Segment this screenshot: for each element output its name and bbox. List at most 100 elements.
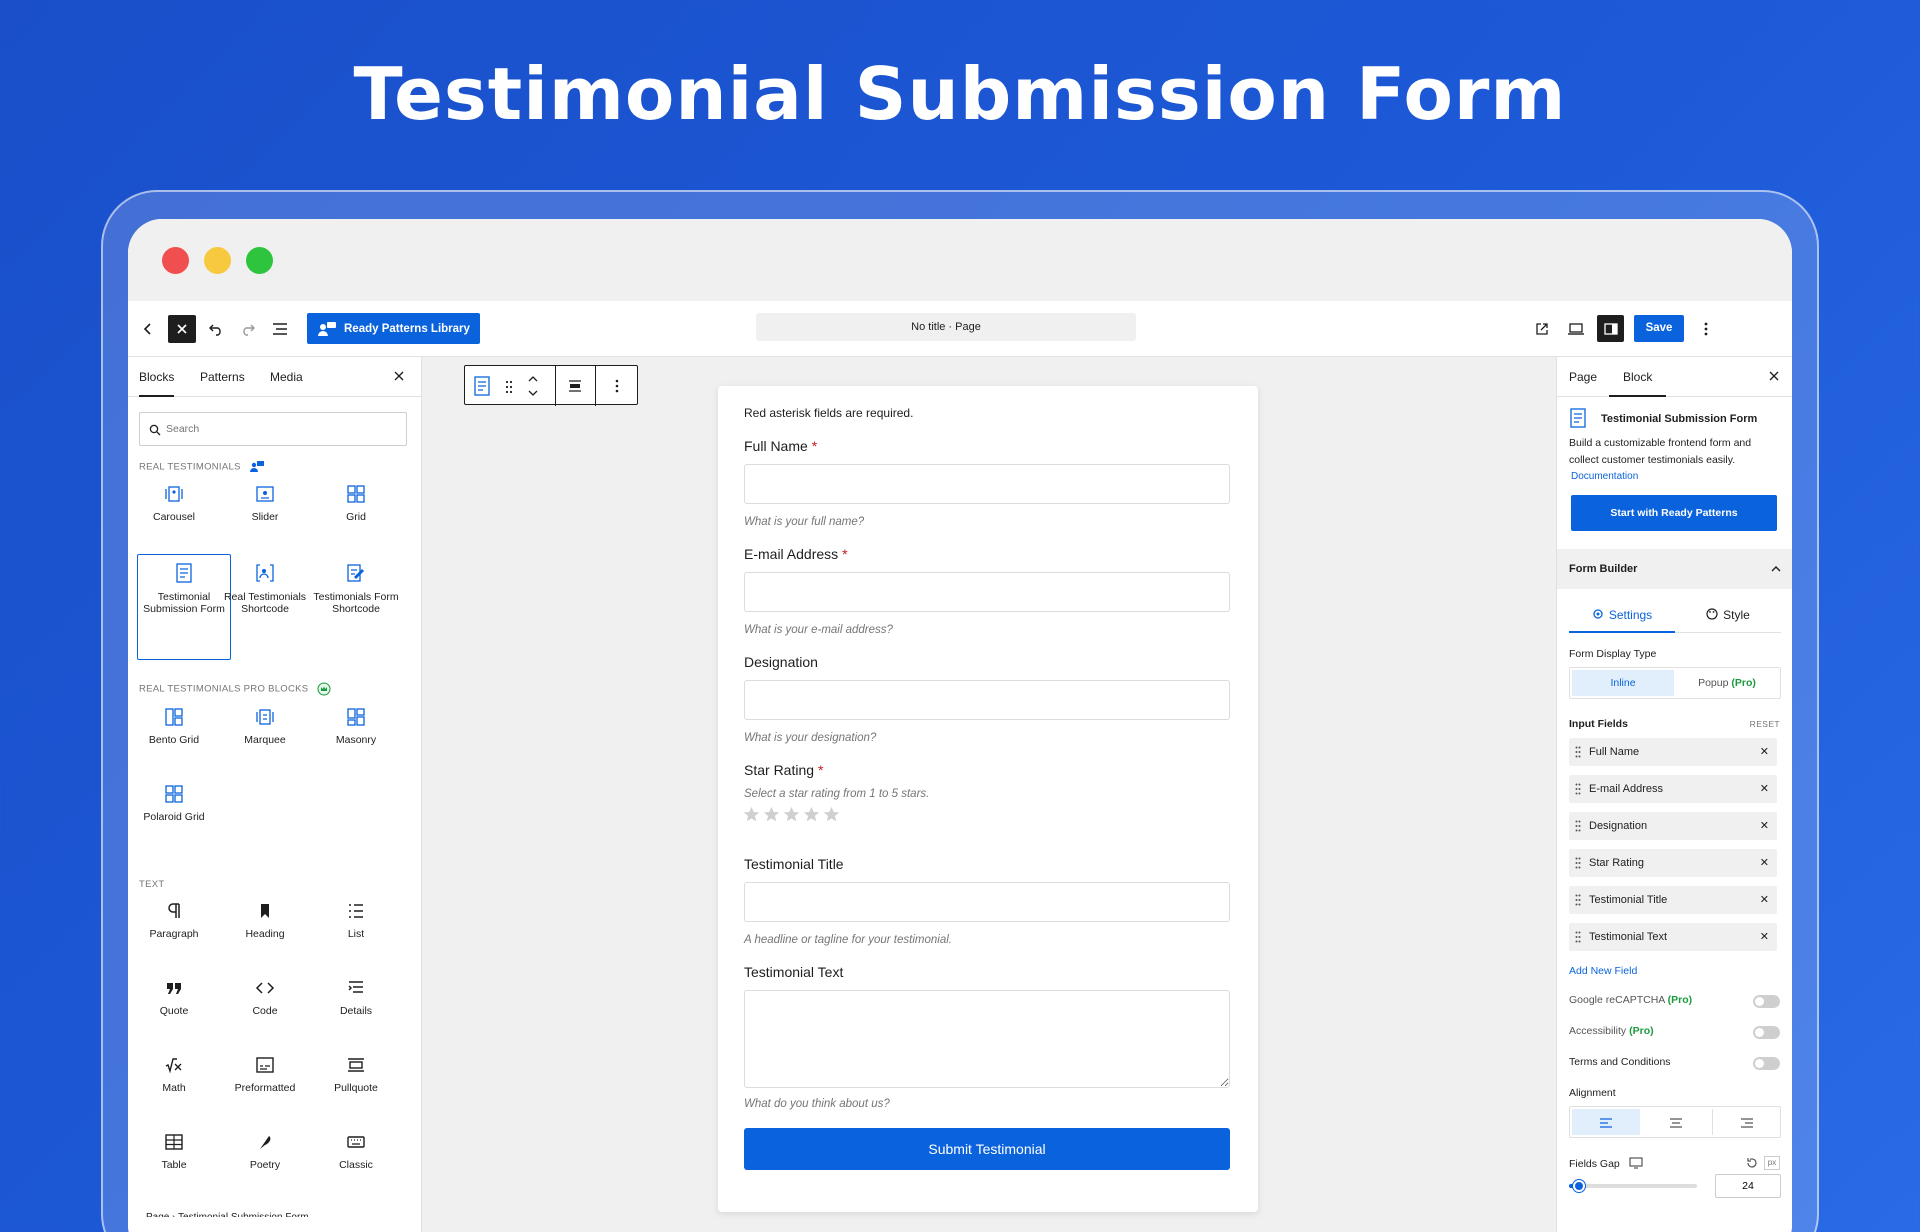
remove-field-icon[interactable]: ✕	[1760, 812, 1769, 840]
desktop-icon[interactable]	[1629, 1157, 1643, 1169]
star-icon[interactable]	[803, 806, 820, 823]
designation-input[interactable]	[744, 680, 1230, 720]
drag-handle-icon[interactable]	[1575, 783, 1581, 795]
slider-thumb[interactable]	[1572, 1180, 1585, 1192]
fields-gap-slider[interactable]	[1569, 1180, 1697, 1192]
block-carousel[interactable]: Carousel	[128, 485, 220, 523]
view-page-icon[interactable]	[1528, 301, 1556, 357]
unit-selector[interactable]: px	[1764, 1156, 1780, 1170]
remove-field-icon[interactable]: ✕	[1760, 849, 1769, 877]
block-bento-grid[interactable]: Bento Grid	[128, 708, 220, 746]
star-rating-input[interactable]	[743, 806, 840, 823]
block-masonry[interactable]: Masonry	[310, 708, 402, 746]
fields-gap-input[interactable]	[1715, 1174, 1781, 1198]
block-table[interactable]: Table	[128, 1133, 220, 1171]
star-icon[interactable]	[823, 806, 840, 823]
redo-icon[interactable]	[234, 301, 262, 357]
settings-sidebar-toggle[interactable]	[1597, 315, 1624, 342]
breadcrumb[interactable]: Page › Testimonial Submission Form	[146, 1211, 309, 1217]
form-builder-header[interactable]: Form Builder	[1557, 549, 1792, 589]
add-new-field-link[interactable]: Add New Field	[1569, 965, 1637, 977]
tab-style[interactable]: Style	[1675, 599, 1781, 633]
close-editor-button[interactable]	[168, 315, 196, 343]
document-overview-icon[interactable]	[266, 301, 294, 357]
tab-patterns[interactable]: Patterns	[200, 357, 245, 397]
tab-media[interactable]: Media	[270, 357, 303, 397]
field-row-email[interactable]: E-mail Address ✕	[1569, 775, 1777, 803]
submit-testimonial-button[interactable]: Submit Testimonial	[744, 1128, 1230, 1170]
search-input[interactable]	[166, 419, 396, 439]
drag-handle-icon[interactable]	[505, 380, 513, 399]
minimize-dot[interactable]	[204, 247, 231, 274]
testimonial-text-textarea[interactable]	[744, 990, 1230, 1088]
drag-handle-icon[interactable]	[1575, 746, 1581, 758]
remove-field-icon[interactable]: ✕	[1760, 886, 1769, 914]
display-popup-option[interactable]: Popup (Pro)	[1676, 670, 1778, 696]
field-row-star-rating[interactable]: Star Rating ✕	[1569, 849, 1777, 877]
accessibility-toggle[interactable]	[1753, 1026, 1780, 1039]
star-icon[interactable]	[783, 806, 800, 823]
block-more-icon[interactable]	[615, 379, 619, 398]
save-button[interactable]: Save	[1634, 315, 1684, 342]
full-name-input[interactable]	[744, 464, 1230, 504]
block-slider[interactable]: Slider	[219, 485, 311, 523]
block-testimonials-form-shortcode[interactable]: Testimonials Form Shortcode	[310, 563, 402, 615]
close-inserter-icon[interactable]	[394, 357, 404, 397]
block-pullquote[interactable]: Pullquote	[310, 1056, 402, 1094]
field-row-full-name[interactable]: Full Name ✕	[1569, 738, 1777, 766]
tab-block[interactable]: Block	[1609, 357, 1667, 397]
back-icon[interactable]	[136, 301, 160, 357]
start-with-ready-patterns-button[interactable]: Start with Ready Patterns	[1571, 495, 1777, 531]
undo-icon[interactable]	[202, 301, 230, 357]
star-icon[interactable]	[763, 806, 780, 823]
block-poetry[interactable]: Poetry	[219, 1133, 311, 1171]
tab-blocks[interactable]: Blocks	[139, 357, 175, 397]
block-code[interactable]: Code	[219, 979, 311, 1017]
block-list[interactable]: List	[310, 902, 402, 940]
document-title-bar[interactable]: No title · Page	[756, 313, 1136, 341]
drag-handle-icon[interactable]	[1575, 894, 1581, 906]
drag-handle-icon[interactable]	[1575, 931, 1581, 943]
remove-field-icon[interactable]: ✕	[1760, 738, 1769, 766]
block-heading[interactable]: Heading	[219, 902, 311, 940]
align-icon[interactable]	[567, 378, 583, 399]
maximize-dot[interactable]	[246, 247, 273, 274]
align-left-button[interactable]	[1572, 1109, 1640, 1135]
close-settings-icon[interactable]	[1769, 357, 1779, 397]
block-classic[interactable]: Classic	[310, 1133, 402, 1171]
remove-field-icon[interactable]: ✕	[1760, 775, 1769, 803]
block-polaroid-grid[interactable]: Polaroid Grid	[128, 785, 220, 823]
block-details[interactable]: Details	[310, 979, 402, 1017]
block-grid[interactable]: Grid	[310, 485, 402, 523]
field-row-testimonial-text[interactable]: Testimonial Text ✕	[1569, 923, 1777, 951]
email-input[interactable]	[744, 572, 1230, 612]
align-right-button[interactable]	[1712, 1109, 1780, 1135]
search-box[interactable]	[139, 412, 407, 446]
ready-patterns-library-button[interactable]: Ready Patterns Library	[307, 313, 480, 344]
field-row-designation[interactable]: Designation ✕	[1569, 812, 1777, 840]
block-type-icon[interactable]	[473, 376, 491, 401]
block-preformatted[interactable]: Preformatted	[219, 1056, 311, 1094]
tab-page[interactable]: Page	[1569, 357, 1597, 397]
block-real-testimonials-shortcode[interactable]: Real Testimonials Shortcode	[219, 563, 311, 615]
drag-handle-icon[interactable]	[1575, 820, 1581, 832]
block-paragraph[interactable]: Paragraph	[128, 902, 220, 940]
star-icon[interactable]	[743, 806, 760, 823]
move-up-down-icon[interactable]	[527, 374, 539, 403]
block-quote[interactable]: Quote	[128, 979, 220, 1017]
align-center-button[interactable]	[1642, 1109, 1710, 1135]
preview-device-icon[interactable]	[1562, 301, 1590, 357]
drag-handle-icon[interactable]	[1575, 857, 1581, 869]
block-math[interactable]: Math	[128, 1056, 220, 1094]
reset-icon[interactable]	[1746, 1157, 1758, 1169]
field-row-testimonial-title[interactable]: Testimonial Title ✕	[1569, 886, 1777, 914]
block-testimonial-submission-form[interactable]: Testimonial Submission Form	[138, 563, 230, 615]
close-dot[interactable]	[162, 247, 189, 274]
testimonial-title-input[interactable]	[744, 882, 1230, 922]
tab-settings[interactable]: Settings	[1569, 599, 1675, 633]
more-options-icon[interactable]	[1696, 301, 1716, 357]
block-marquee[interactable]: Marquee	[219, 708, 311, 746]
reset-fields-button[interactable]: RESET	[1750, 719, 1780, 729]
display-inline-option[interactable]: Inline	[1572, 670, 1674, 696]
terms-toggle[interactable]	[1753, 1057, 1780, 1070]
